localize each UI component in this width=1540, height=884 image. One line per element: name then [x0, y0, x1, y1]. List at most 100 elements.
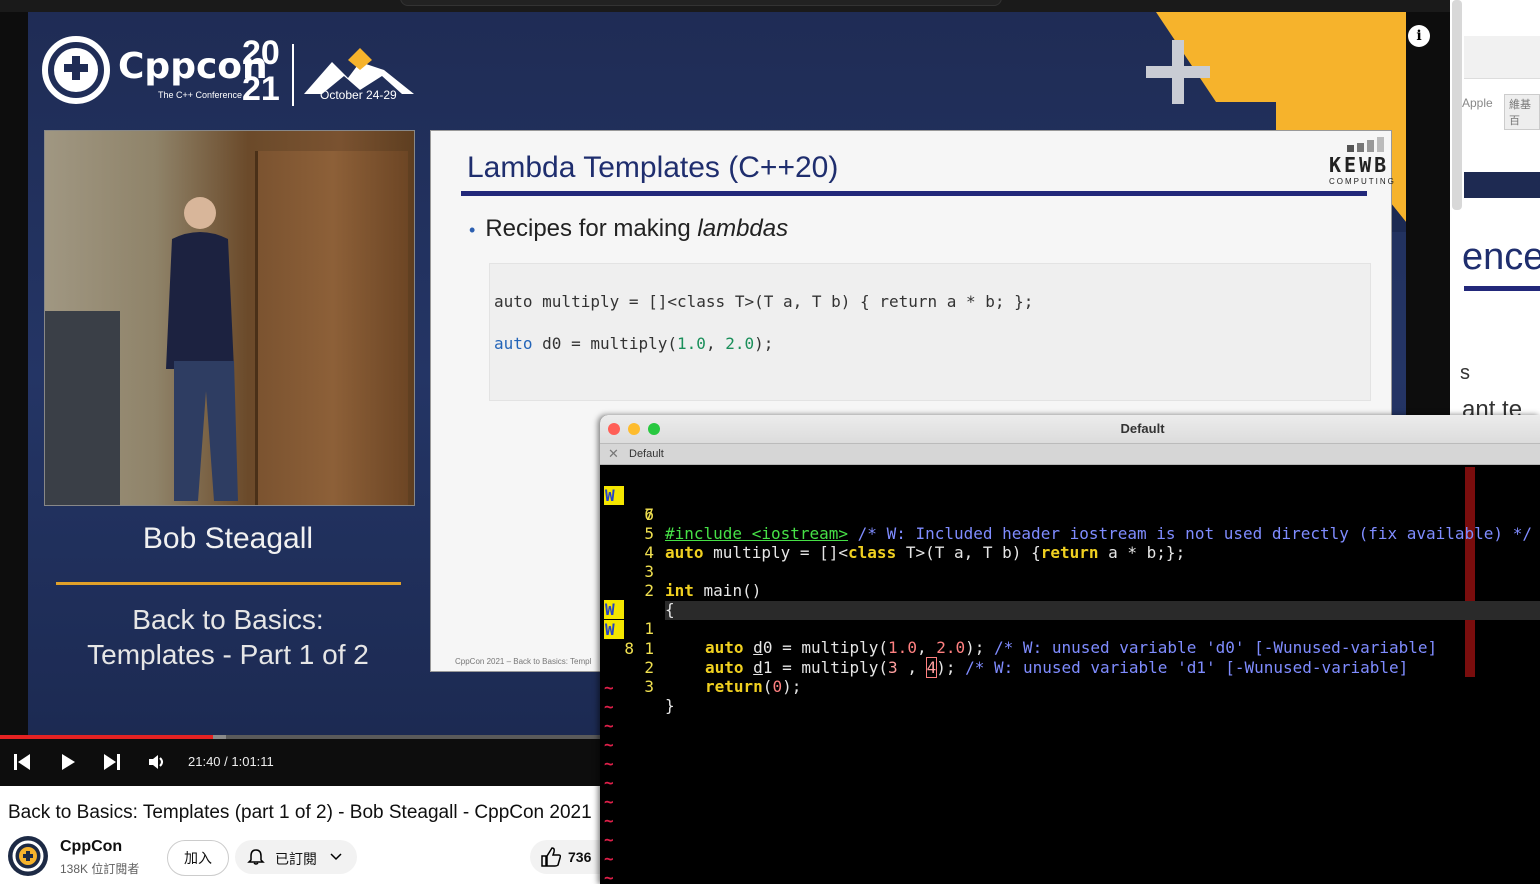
kewb-logo: KEWB COMPUTING — [1327, 137, 1394, 187]
editor-line: 1 — [600, 620, 1540, 658]
empty-line-marker: ~ — [600, 735, 1540, 754]
skip-next-icon[interactable] — [102, 752, 122, 772]
empty-line-marker: ~ — [600, 678, 1540, 697]
time-display: 21:40 / 1:01:11 — [188, 754, 274, 769]
empty-line-marker: ~ — [600, 697, 1540, 716]
speaker-divider — [56, 582, 401, 585]
page-banner — [1464, 172, 1540, 198]
talk-title-line1: Back to Basics: — [132, 604, 324, 635]
editor-line: 3 int main() — [600, 543, 1540, 600]
speaker-name: Bob Steagall — [142, 522, 314, 555]
editor-line-current: W 8 auto d1 = multiply(3 , 4); /* W: unu… — [600, 601, 1540, 678]
tilde-marker: ~ — [604, 849, 614, 868]
page-text-fragment: s — [1460, 362, 1470, 384]
progress-bar[interactable] — [0, 735, 600, 739]
like-count: 736 — [568, 849, 592, 865]
kewb-subtext: COMPUTING — [1329, 177, 1396, 186]
video-info-panel: Back to Basics: Templates (part 1 of 2) … — [0, 786, 610, 884]
year-bottom: 21 — [242, 70, 280, 108]
join-button[interactable]: 加入 — [167, 840, 229, 876]
tilde-marker: ~ — [604, 697, 614, 716]
search-bar[interactable] — [400, 0, 1002, 6]
cppcon-logo: Cppcon The C++ Conference 20 21 October … — [42, 34, 442, 114]
toolbar-divider — [1464, 78, 1540, 79]
tilde-marker: ~ — [604, 735, 614, 754]
browser-toolbar — [1464, 36, 1540, 78]
terminal-window[interactable]: Default ✕ Default W 7 #include <iostream… — [600, 415, 1540, 884]
bullet-text: Recipes for making — [485, 215, 698, 242]
editor-line: W 1 auto d0 = multiply(1.0, 2.0); /* W: … — [600, 581, 1540, 657]
empty-line-marker: ~ — [600, 716, 1540, 735]
code-number: 1.0 — [677, 334, 706, 353]
tilde-marker: ~ — [604, 811, 614, 830]
subscriber-count: 138K 位訂閱者 — [60, 862, 140, 876]
page-heading-rule — [1464, 286, 1540, 291]
bell-icon — [247, 849, 265, 865]
tilde-marker: ~ — [604, 678, 614, 697]
presenter-figure — [166, 197, 238, 501]
plus-icon — [1146, 40, 1210, 104]
page-heading-fragment: ence — [1462, 236, 1540, 278]
subscribed-label: 已訂閱 — [275, 851, 317, 867]
empty-line-marker: ~ — [600, 868, 1540, 884]
chevron-down-icon — [330, 853, 342, 861]
empty-line-marker: ~ — [600, 849, 1540, 868]
background-door — [255, 151, 408, 505]
scrollbar[interactable] — [1452, 0, 1462, 210]
code-text: ); — [754, 334, 774, 353]
channel-avatar[interactable] — [8, 836, 48, 876]
tilde-marker: ~ — [604, 868, 614, 884]
progress-played — [0, 735, 213, 739]
terminal-titlebar[interactable]: Default — [600, 415, 1540, 444]
vim-editor[interactable]: W 7 #include <iostream> /* W: Included h… — [600, 465, 1540, 884]
code-text: , — [705, 334, 726, 353]
editor-line: 5 auto multiply = []<class T>(T a, T b) … — [600, 505, 1540, 562]
podium — [45, 311, 120, 505]
editor-line: W 7 #include <iostream> /* W: Included h… — [600, 467, 1540, 543]
tab-close-icon[interactable]: ✕ — [608, 446, 619, 462]
kewb-text: KEWB — [1329, 153, 1390, 177]
code-number: 2.0 — [725, 334, 755, 353]
channel-name[interactable]: CppCon — [60, 838, 122, 856]
slide-code-line1: auto multiply = []<class T>(T a, T b) { … — [494, 292, 1034, 311]
terminal-tab[interactable]: Default — [629, 448, 664, 460]
volume-icon[interactable] — [147, 752, 167, 772]
code-keyword: auto — [494, 334, 533, 353]
background-browser-window: Apple 維基百 ence s ant te — [1450, 0, 1540, 423]
talk-title: Back to Basics: Templates - Part 1 of 2 — [48, 602, 408, 672]
empty-line-marker: ~ — [600, 830, 1540, 849]
terminal-tab-bar: ✕ Default — [600, 444, 1540, 465]
empty-line-marker: ~ — [600, 754, 1540, 773]
empty-line-marker: ~ — [600, 811, 1540, 830]
conference-tagline: The C++ Conference — [158, 90, 243, 100]
editor-line: 4 — [600, 524, 1540, 562]
tilde-marker: ~ — [604, 716, 614, 735]
code-text: d0 = multiply( — [532, 334, 678, 353]
slide-title-rule — [461, 191, 1367, 196]
conference-dates: October 24-29 — [320, 88, 397, 102]
slide-title: Lambda Templates (C++20) — [467, 151, 839, 184]
empty-line-marker: ~ — [600, 792, 1540, 811]
bookmark-apple[interactable]: Apple — [1462, 96, 1493, 110]
slide-bullet: • Recipes for making lambdas — [469, 215, 788, 243]
player-controls: 21:40 / 1:01:11 — [0, 740, 600, 786]
skip-previous-icon[interactable] — [12, 752, 32, 772]
tilde-marker: ~ — [604, 754, 614, 773]
like-button[interactable]: 736 — [530, 840, 610, 874]
play-icon[interactable] — [58, 752, 78, 772]
tilde-marker: ~ — [604, 773, 614, 792]
slide-code-line2: auto d0 = multiply(1.0, 2.0); — [494, 334, 773, 353]
talk-title-line2: Templates - Part 1 of 2 — [87, 639, 369, 670]
bullet-dot: • — [469, 220, 476, 240]
presenter-video — [44, 130, 415, 506]
subscribed-button[interactable]: 已訂閱 — [235, 840, 357, 874]
video-title: Back to Basics: Templates (part 1 of 2) … — [8, 802, 592, 823]
bookmark-wikipedia[interactable]: 維基百 — [1504, 94, 1540, 130]
empty-line-marker: ~ — [600, 773, 1540, 792]
terminal-title: Default — [1120, 421, 1165, 436]
info-icon[interactable]: i — [1408, 25, 1430, 47]
bullet-emphasis: lambdas — [697, 215, 789, 242]
editor-line: 6 — [600, 486, 1540, 524]
slide-code-block: auto multiply = []<class T>(T a, T b) { … — [489, 263, 1371, 401]
editor-line: 2 return(0); — [600, 639, 1540, 696]
